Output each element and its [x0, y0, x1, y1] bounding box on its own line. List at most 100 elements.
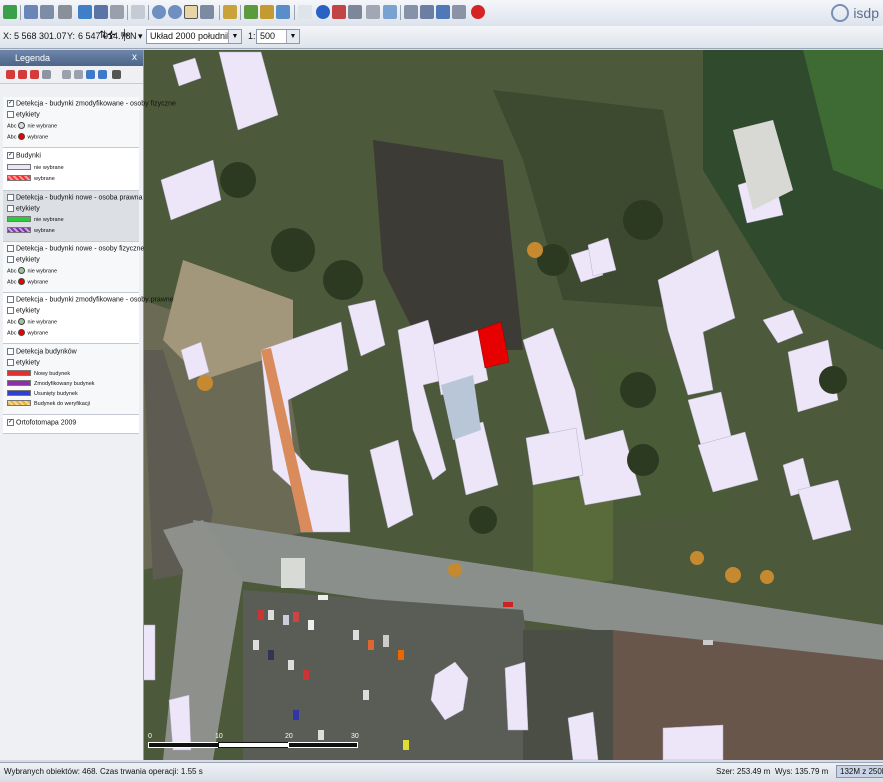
settings-icon[interactable]: [452, 5, 466, 19]
separator: [294, 5, 295, 20]
layer-edit-icon[interactable]: [260, 5, 274, 19]
go-to-coordinate-icon[interactable]: ⇅✛: [99, 30, 116, 41]
filter-icon[interactable]: [348, 5, 362, 19]
legend-item: Abc wybrane: [7, 278, 48, 285]
labels-label: etykiety: [16, 256, 40, 264]
layer-checkbox[interactable]: [7, 296, 14, 303]
select-arrow-icon[interactable]: [298, 5, 312, 19]
zoom-out-icon[interactable]: [168, 5, 182, 19]
symbol-swatch: [7, 216, 31, 223]
legend-item-label: wybrane: [27, 134, 49, 141]
layer-row[interactable]: Detekcja - budynki zmodyfikowane - osoby…: [7, 296, 174, 303]
legend-titlebar: Legenda x: [0, 50, 143, 66]
layer-checkbox[interactable]: ✓: [7, 100, 14, 107]
legend-panel: Legenda x ✓ Detekcja - budynki zmodyfikow…: [0, 50, 176, 760]
info-icon[interactable]: [316, 5, 330, 19]
refresh-icon[interactable]: [383, 5, 397, 19]
north-arrow-icon[interactable]: ╪: [121, 30, 128, 41]
layer-checkbox[interactable]: ✓: [7, 419, 14, 426]
layer-name: Detekcja budynków: [16, 348, 77, 356]
layer-checkbox[interactable]: [7, 245, 14, 252]
crosswalk: [281, 558, 305, 588]
layer-checkbox[interactable]: [7, 194, 14, 201]
open-map-icon[interactable]: [40, 5, 54, 19]
labels-row[interactable]: etykiety: [7, 359, 40, 366]
legend-item-label: wybrane: [27, 279, 49, 286]
layer-row[interactable]: Detekcja - budynki nowe - osoba prawna: [7, 194, 142, 201]
legend-item-label: Budynek do weryfikacji: [34, 401, 90, 407]
separator: [400, 5, 401, 20]
north-dropdown-icon[interactable]: ▾: [138, 31, 143, 42]
selection-status: Wybranych obiektów: 468. Czas trwania op…: [4, 767, 203, 776]
legend-item-label: wybrane: [34, 176, 55, 182]
layers-icon[interactable]: [3, 5, 17, 19]
new-map-icon[interactable]: [24, 5, 38, 19]
labels-checkbox[interactable]: [7, 307, 14, 314]
labels-row[interactable]: etykiety: [7, 256, 40, 263]
layer-row[interactable]: ✓ Detekcja - budynki zmodyfikowane - osob…: [7, 100, 176, 107]
crs-select[interactable]: Układ 2000 południk 18 ▼: [146, 29, 242, 44]
legend-item: wybrane: [7, 175, 55, 182]
legend-item-label: Zmodyfikowany budynek: [34, 381, 95, 387]
move-bottom-icon[interactable]: [98, 70, 107, 79]
legend-item: Abc nie wybrane: [7, 122, 57, 129]
add-layer-icon[interactable]: [6, 70, 15, 79]
remove-layer-icon[interactable]: [18, 70, 27, 79]
labels-checkbox[interactable]: [7, 205, 14, 212]
labels-checkbox[interactable]: [7, 256, 14, 263]
legend-group-buildings: ✓ Budynki nie wybrane wybrane: [3, 148, 139, 191]
layer-name: Ortofotomapa 2009: [16, 419, 77, 427]
map-view[interactable]: [143, 50, 883, 760]
layer-query-icon[interactable]: [276, 5, 290, 19]
full-extent-icon[interactable]: [200, 5, 214, 19]
legend-toolbar: [0, 67, 143, 84]
layer-row[interactable]: ✓ Ortofotomapa 2009: [7, 419, 76, 426]
close-app-icon[interactable]: [471, 5, 485, 19]
scale-select[interactable]: 500 ▼: [256, 29, 300, 44]
labels-row[interactable]: etykiety: [7, 111, 40, 118]
layer-row[interactable]: ✓ Budynki: [7, 152, 41, 159]
legend-close-button[interactable]: x: [132, 50, 137, 66]
legend-title: Legenda: [15, 53, 51, 63]
print-icon[interactable]: [58, 5, 72, 19]
zoom-in-icon[interactable]: [152, 5, 166, 19]
layer-checkbox[interactable]: ✓: [7, 152, 14, 159]
symbol-swatch: [7, 164, 31, 171]
labels-row[interactable]: etykiety: [7, 205, 40, 212]
chevron-down-icon[interactable]: ▼: [286, 30, 299, 43]
layer-checkbox[interactable]: [7, 348, 14, 355]
scale-segment: [148, 742, 220, 748]
grid-icon[interactable]: [404, 5, 418, 19]
lock-icon[interactable]: [112, 70, 121, 79]
layer-row[interactable]: Detekcja - budynki nowe - osoby fizyczne: [7, 245, 144, 252]
sigma-icon[interactable]: [366, 5, 380, 19]
move-top-icon[interactable]: [62, 70, 71, 79]
layer-properties-icon[interactable]: [42, 70, 51, 79]
legend-item: Abc wybrane: [7, 329, 48, 336]
x-coordinate-label: X:: [3, 31, 12, 41]
chevron-down-icon[interactable]: ▼: [228, 30, 241, 43]
legend-item: Abc nie wybrane: [7, 267, 57, 274]
labels-checkbox[interactable]: [7, 111, 14, 118]
orthophoto-map[interactable]: [143, 50, 883, 760]
search-object-icon[interactable]: [78, 5, 92, 19]
scale-label-30: 30: [351, 733, 359, 740]
north-label[interactable]: N: [130, 31, 137, 41]
measure-icon[interactable]: [223, 5, 237, 19]
link-icon[interactable]: [436, 5, 450, 19]
legend-item: Abc wybrane: [7, 133, 48, 140]
delete-layer-icon[interactable]: [30, 70, 39, 79]
layer-add-icon[interactable]: [244, 5, 258, 19]
layer-row[interactable]: Detekcja budynków: [7, 348, 77, 355]
cut-icon[interactable]: [110, 5, 124, 19]
zoom-find-icon[interactable]: [420, 5, 434, 19]
labels-checkbox[interactable]: [7, 359, 14, 366]
coordinate-toolbar: X: 5 568 301.07 Y: 6 547 014.78 ⇅✛ ╪ N ▾…: [0, 26, 883, 49]
save-icon[interactable]: [94, 5, 108, 19]
undo-icon[interactable]: [131, 5, 145, 19]
selection-table-icon[interactable]: [332, 5, 346, 19]
move-down-icon[interactable]: [86, 70, 95, 79]
pan-hand-icon[interactable]: [184, 5, 198, 19]
move-up-icon[interactable]: [74, 70, 83, 79]
labels-row[interactable]: etykiety: [7, 307, 40, 314]
